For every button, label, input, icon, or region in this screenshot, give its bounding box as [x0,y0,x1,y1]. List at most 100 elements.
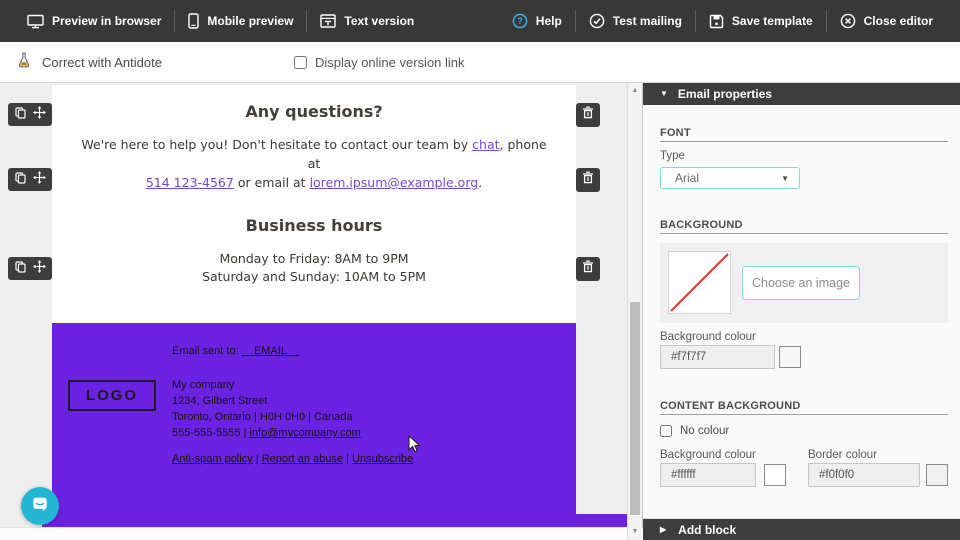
save-template-button[interactable]: Save template [696,0,826,42]
text-version-button[interactable]: Text version [307,0,427,42]
content-bg-colour-label: Background colour [660,449,756,461]
move-block-icon[interactable] [32,259,46,278]
background-colour-input[interactable] [660,345,775,369]
move-block-icon[interactable] [32,105,46,124]
content-bg-colour-input[interactable] [660,463,756,487]
border-colour-label: Border colour [808,449,878,461]
background-section-label: BACKGROUND [660,219,743,231]
antidote-flask-icon [16,52,32,72]
delete-block-button[interactable] [576,168,600,192]
scrollbar-thumb[interactable] [630,302,640,515]
mobile-preview-button[interactable]: Mobile preview [175,0,306,42]
border-colour-swatch[interactable] [926,464,948,486]
antispam-policy-link[interactable]: Anti-spam policy [172,453,253,465]
section-divider [660,141,948,142]
chat-widget-button[interactable] [21,487,59,525]
chevron-right-icon: ▶ [660,524,667,534]
correct-with-antidote-button[interactable]: Correct with Antidote [0,52,162,72]
display-online-version-row: Display online version link [293,54,465,70]
canvas-scrollbar[interactable]: ▲ ▼ [627,83,641,540]
display-online-version-label: Display online version link [314,54,465,70]
scroll-up-icon[interactable]: ▲ [628,86,642,96]
add-block-label: Add block [678,522,737,537]
sent-to-label: Email sent to: [172,345,242,357]
separator: | [252,453,262,465]
email-address-link[interactable]: lorem.ipsum@example.org [310,175,479,190]
mobile-icon [188,13,200,29]
canvas-bottom-strip [0,527,643,540]
help-button[interactable]: ? Help [499,0,575,42]
company-logo: LOGO [68,380,156,411]
duplicate-block-icon[interactable] [14,260,26,278]
hours-line: Monday to Friday: 8AM to 9PM [219,251,409,266]
section-divider [660,233,948,234]
email-footer-block[interactable]: Email sent to: __EMAIL__ LOGO My company… [52,323,576,527]
report-abuse-link[interactable]: Report an abuse [262,453,343,465]
contact-paragraph: We're here to help you! Don't hesitate t… [52,135,576,192]
content-background-section-label: CONTENT BACKGROUND [660,400,801,412]
border-colour-input[interactable] [808,463,920,487]
background-colour-label: Background colour [660,331,756,343]
company-phone: 555-555-5555 [172,427,241,439]
contact-text: or email at [233,175,310,190]
preview-in-browser-label: Preview in browser [52,14,162,28]
email-properties-header[interactable]: ▼ Email properties [643,83,960,105]
chat-link[interactable]: chat [472,137,499,152]
block-handle[interactable] [8,103,52,126]
business-hours-heading: Business hours [245,216,383,235]
email-editor-screen: Preview in browser Mobile preview Text v… [0,0,960,540]
separator: | [343,453,353,465]
toolbar-left-group: Preview in browser Mobile preview Text v… [14,0,427,42]
block-handle[interactable] [8,257,52,280]
check-circle-icon [589,13,605,29]
help-label: Help [535,14,562,28]
close-circle-icon [840,13,856,29]
monitor-icon [27,14,44,29]
company-address-block: My company 1234, Gilbert Street Toronto,… [172,377,361,441]
unsubscribe-link[interactable]: Unsubscribe [352,453,413,465]
test-mailing-label: Test mailing [612,14,682,28]
preview-in-browser-button[interactable]: Preview in browser [14,0,174,42]
text-version-label: Text version [344,14,415,28]
duplicate-block-icon[interactable] [14,171,26,189]
add-block-header[interactable]: ▶ Add block [643,518,960,540]
choose-image-button[interactable]: Choose an image [742,266,860,300]
display-online-version-checkbox[interactable] [293,55,307,69]
company-name: My company [172,379,235,391]
close-editor-label: Close editor [863,14,933,28]
save-template-label: Save template [731,14,813,28]
font-type-label: Type [660,150,685,162]
trash-icon [582,106,594,124]
delete-block-button[interactable] [576,103,600,127]
content-bg-colour-swatch[interactable] [764,464,786,486]
no-image-placeholder [668,251,731,314]
help-icon: ? [512,13,528,29]
mobile-preview-label: Mobile preview [207,14,294,28]
close-editor-button[interactable]: Close editor [827,0,946,42]
delete-block-button[interactable] [576,257,600,281]
block-handle[interactable] [8,168,52,191]
background-colour-swatch[interactable] [779,346,801,368]
sent-to-merge-tag: __EMAIL__ [241,345,300,357]
toolbar-right-group: ? Help Test mailing Save template Close … [499,0,946,42]
phone-link[interactable]: 514 123-4567 [146,175,234,190]
font-type-dropdown[interactable]: Arial ▼ [660,167,800,189]
legal-links-row: Anti-spam policy | Report an abuse | Uns… [172,453,413,465]
move-block-icon[interactable] [32,170,46,189]
scroll-down-icon[interactable]: ▼ [628,527,642,537]
address-line: 1234, Gilbert Street [172,395,268,407]
test-mailing-button[interactable]: Test mailing [576,0,695,42]
company-email-link[interactable]: info@mycompany.com [250,427,361,439]
contact-text: . [478,175,483,190]
svg-text:?: ? [517,16,523,26]
email-properties-title: Email properties [677,87,772,101]
duplicate-block-icon[interactable] [14,106,26,124]
contact-text: We're here to help you! Don't hesitate t… [81,137,473,152]
no-colour-checkbox[interactable] [660,425,672,437]
top-toolbar: Preview in browser Mobile preview Text v… [0,0,960,42]
trash-icon [582,260,594,278]
phone-email-line: 555-555-5555 | info@mycompany.com [172,425,361,441]
email-content-area[interactable]: Any questions? We're here to help you! D… [52,85,576,323]
chevron-down-icon: ▼ [660,89,668,98]
correct-with-antidote-label: Correct with Antidote [42,54,162,70]
